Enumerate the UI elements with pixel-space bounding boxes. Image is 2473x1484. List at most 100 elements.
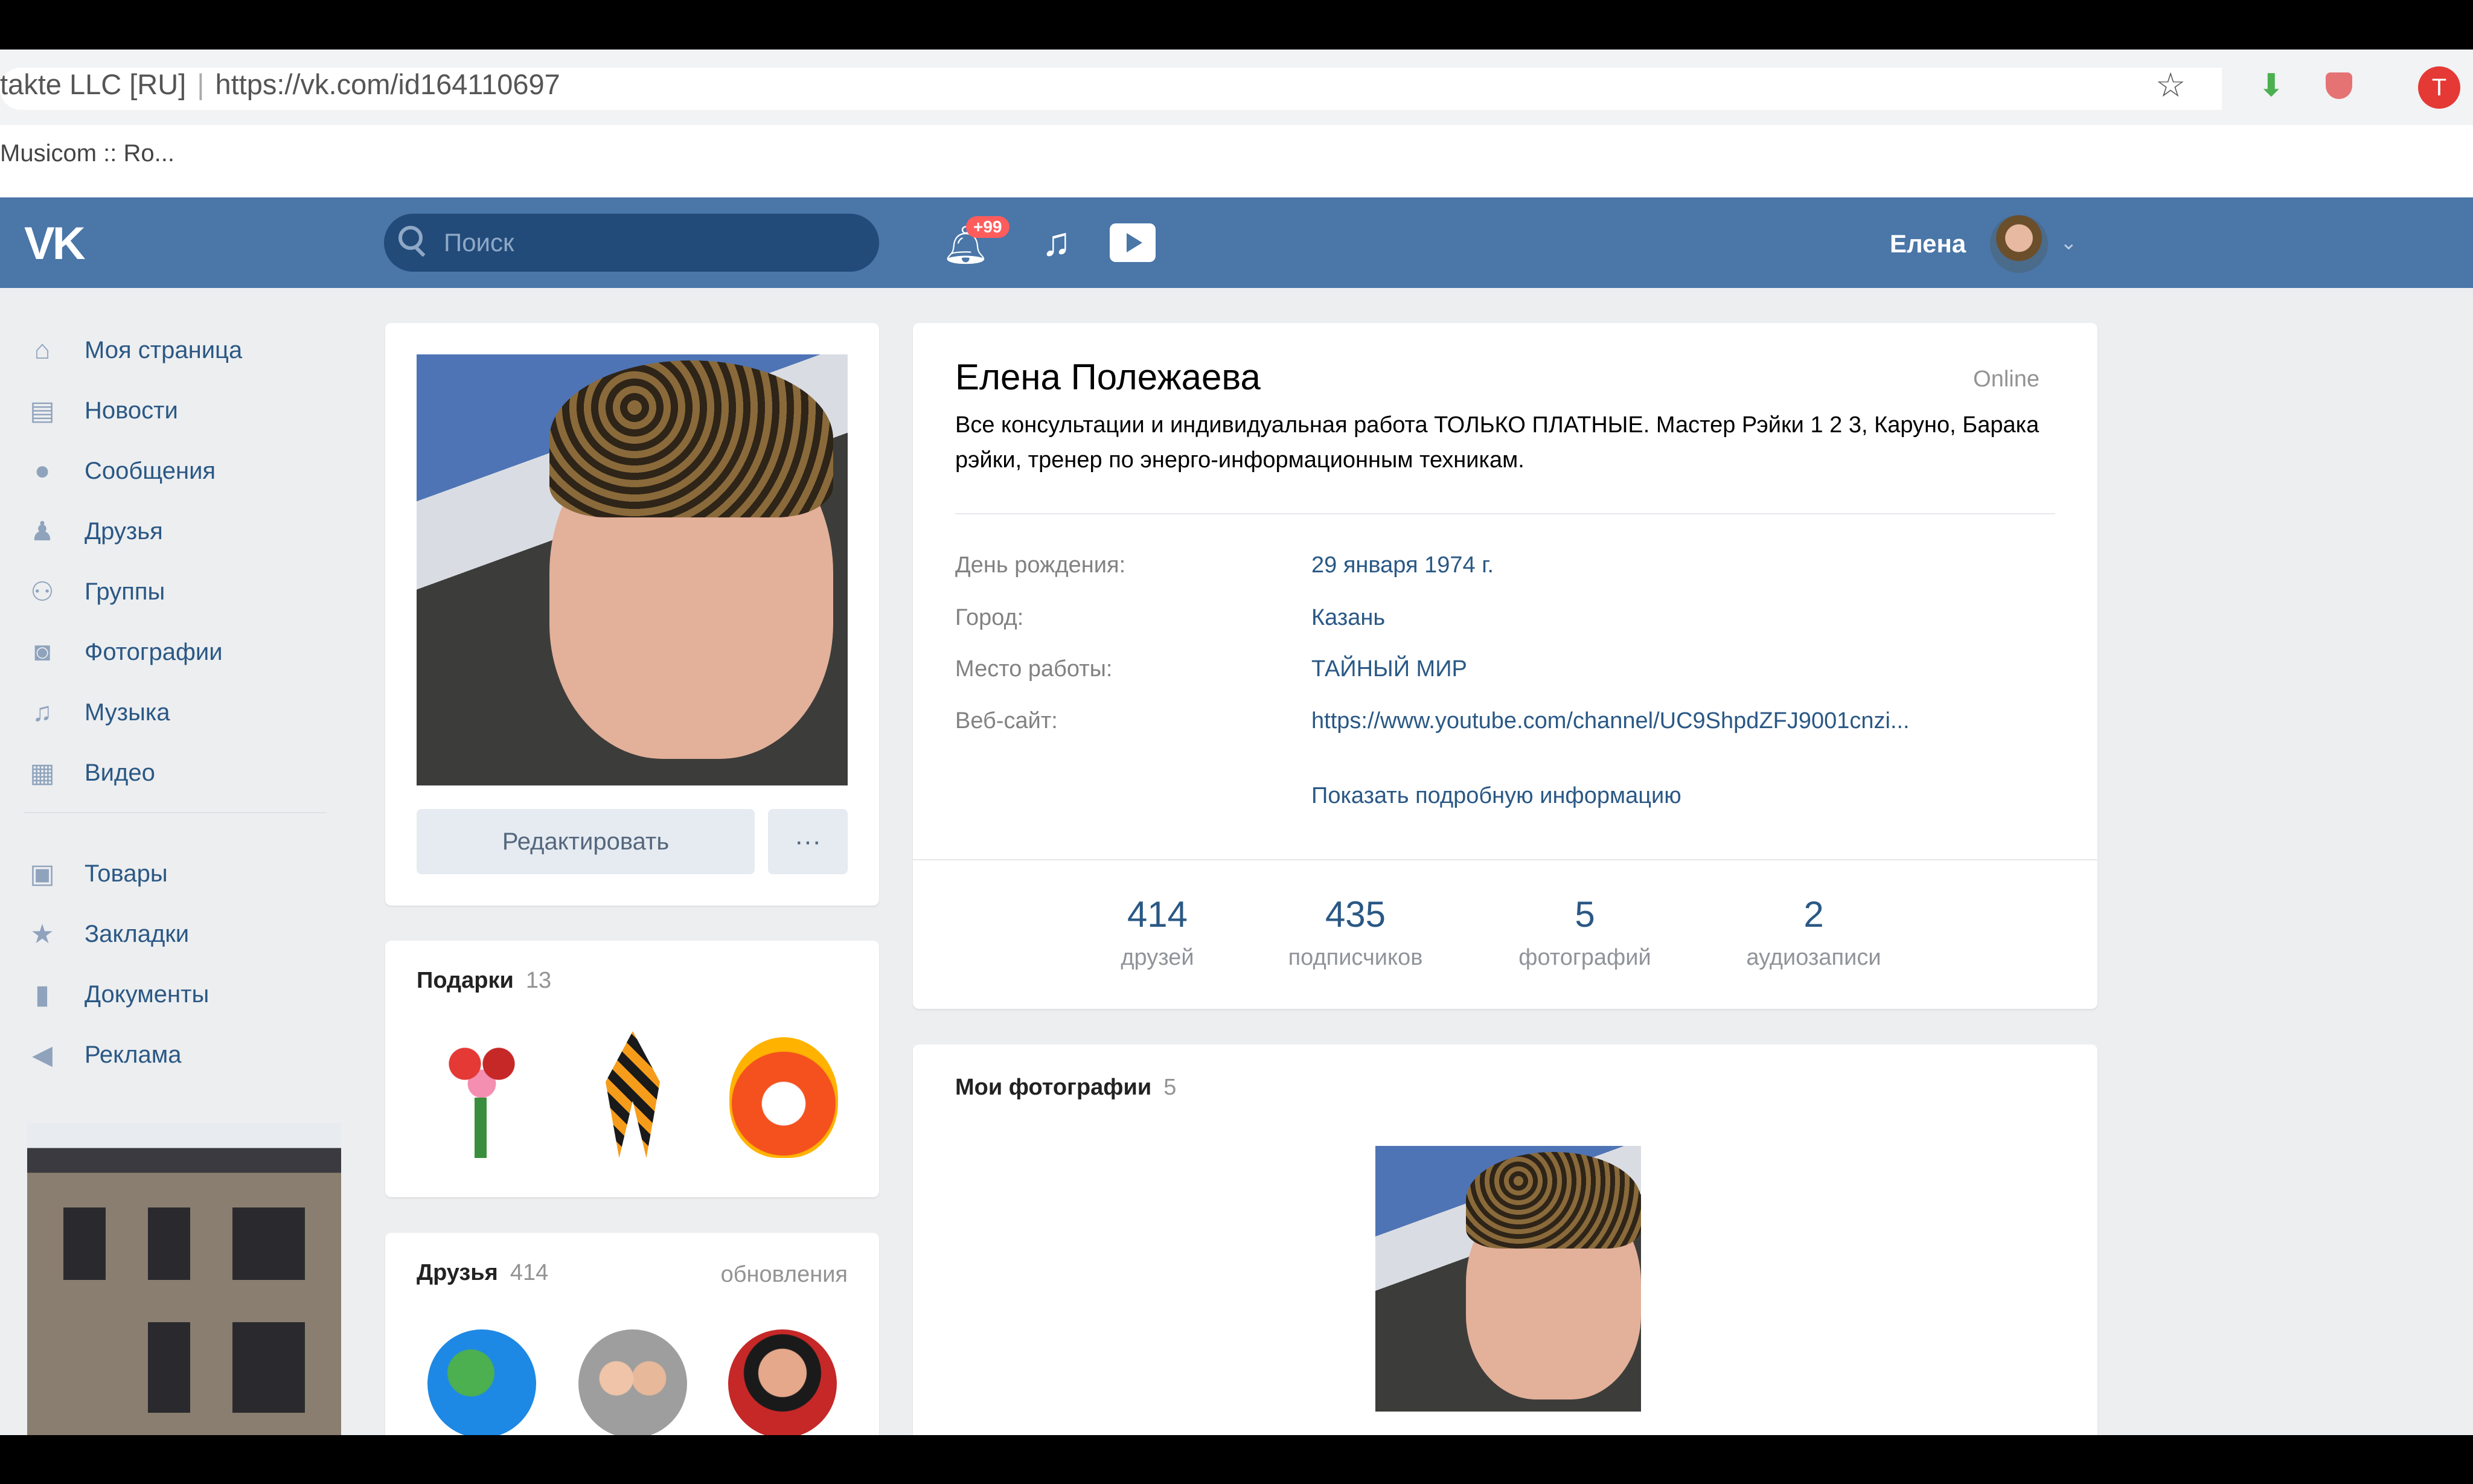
friends-count: 414 — [510, 1260, 549, 1285]
online-status: Online — [1973, 366, 2040, 392]
friends-counter-value[interactable]: 414 — [1055, 894, 1260, 935]
search-placeholder: Поиск — [444, 228, 514, 257]
header-avatar[interactable] — [1990, 215, 2048, 273]
audio-counter-value[interactable]: 2 — [1711, 894, 1916, 935]
show-details-link[interactable]: Показать подробную информацию — [1311, 783, 1681, 809]
messages-icon: ● — [34, 456, 51, 485]
city-value[interactable]: Казань — [1311, 605, 1385, 631]
profile-name: Елена Полежаева — [955, 357, 1261, 397]
bag-icon: ▣ — [30, 859, 55, 889]
bookmarks-bar — [0, 125, 2473, 197]
sidebar-divider — [24, 812, 326, 813]
friends-updates-link[interactable]: обновления — [721, 1262, 848, 1288]
sidebar-item-label: Видео — [85, 759, 155, 786]
url-text[interactable]: takte LLC [RU] | https://vk.com/id16411069… — [0, 68, 560, 101]
edit-profile-button[interactable]: Редактировать — [417, 809, 755, 874]
photo-thumbnail[interactable] — [1375, 1146, 1641, 1412]
photos-header[interactable]: Мои фотографии 5 — [955, 1075, 1176, 1101]
home-icon: ⌂ — [34, 335, 51, 365]
rose-flowers — [440, 1037, 524, 1104]
sidebar-item-label: Товары — [85, 860, 168, 887]
photos-count: 5 — [1163, 1075, 1177, 1100]
my-photos-card: Мои фотографии 5 — [913, 1044, 2097, 1435]
window-top-bar — [0, 0, 2473, 50]
friends-icon: ♟ — [30, 516, 54, 546]
sidebar-item-bookmarks[interactable]: ★ Закладки — [24, 913, 189, 955]
gifts-card: Подарки 13 — [385, 941, 879, 1197]
more-actions-button[interactable]: ··· — [768, 809, 848, 874]
sidebar-item-ads[interactable]: ◀ Реклама — [24, 1034, 181, 1076]
profile-photo[interactable] — [417, 354, 848, 785]
house-window — [148, 1207, 190, 1280]
megaphone-icon: ◀ — [32, 1040, 53, 1070]
ribbon-shape — [606, 1031, 660, 1158]
photos-counter-label: фотографий — [1518, 945, 1651, 970]
friend-avatar[interactable] — [427, 1329, 536, 1438]
sidebar-item-label: Музыка — [85, 699, 170, 726]
bookmark-star-icon[interactable]: ☆ — [2155, 65, 2186, 105]
website-label: Веб-сайт: — [955, 708, 1058, 734]
url-value: https://vk.com/id164110697 — [215, 68, 560, 100]
leopard-hat — [1466, 1152, 1641, 1249]
window-bottom-bar — [0, 1435, 2473, 1484]
sidebar-item-messages[interactable]: ● Сообщения — [24, 450, 216, 492]
sidebar-item-groups[interactable]: ⚇ Группы — [24, 571, 165, 613]
browser-profile-avatar[interactable]: T — [2418, 66, 2460, 109]
sidebar-item-label: Группы — [85, 578, 165, 605]
sidebar-item-label: Фотографии — [85, 638, 223, 665]
music-icon[interactable]: ♫ — [1041, 219, 1072, 264]
sidebar-item-photos[interactable]: ◙ Фотографии — [24, 631, 223, 673]
gifts-title: Подарки — [417, 968, 514, 993]
house-window — [232, 1207, 305, 1280]
sidebar-item-label: Закладки — [85, 920, 190, 947]
sidebar-item-documents[interactable]: ▮ Документы — [24, 973, 209, 1015]
work-value[interactable]: ТАЙНЫЙ МИР — [1311, 656, 1467, 682]
shield-extension-icon[interactable] — [2326, 72, 2352, 99]
leopard-hat — [549, 360, 833, 517]
sidebar-item-news[interactable]: ▤ Новости — [24, 389, 178, 432]
download-extension-icon[interactable]: ⬇ — [2258, 68, 2285, 104]
rose-stems — [475, 1098, 487, 1158]
house-window — [63, 1207, 106, 1280]
sidebar-item-label: Моя страница — [85, 336, 243, 363]
sidebar-item-label: Документы — [85, 980, 210, 1008]
counters-divider — [913, 859, 2097, 860]
friend-avatar[interactable] — [728, 1329, 837, 1438]
birthday-label: День рождения: — [955, 552, 1126, 578]
profile-photo-card: Редактировать ··· — [385, 323, 879, 906]
followers-counter-value[interactable]: 435 — [1253, 894, 1458, 935]
website-value[interactable]: https://www.youtube.com/channel/UC9ShpdZ… — [1311, 708, 1910, 734]
sidebar-item-my-page[interactable]: ⌂ Моя страница — [24, 329, 243, 371]
friends-card: Друзья 414 обновления — [385, 1233, 879, 1438]
gift-roses[interactable] — [427, 1031, 536, 1164]
work-label: Место работы: — [955, 656, 1113, 682]
gift-victory-day-badge[interactable] — [723, 1031, 844, 1164]
sidebar-item-goods[interactable]: ▣ Товары — [24, 852, 168, 895]
info-divider — [955, 513, 2055, 514]
document-icon: ▮ — [34, 979, 50, 1009]
birthday-value[interactable]: 29 января 1974 г. — [1311, 552, 1494, 578]
video-player-icon[interactable] — [1110, 223, 1156, 262]
music-icon: ♫ — [32, 697, 53, 727]
bookmark-item[interactable]: Musicom :: Ro... — [0, 140, 174, 167]
vk-logo[interactable]: VK — [24, 217, 86, 270]
sidebar-item-friends[interactable]: ♟ Друзья — [24, 510, 162, 552]
city-label: Город: — [955, 605, 1024, 630]
play-icon — [1127, 233, 1142, 252]
header-user-name[interactable]: Елена — [1890, 229, 1966, 258]
friend-avatar[interactable] — [578, 1329, 687, 1438]
groups-icon: ⚇ — [30, 577, 54, 607]
friends-header[interactable]: Друзья 414 — [417, 1260, 548, 1286]
chevron-down-icon[interactable]: ⌄ — [2060, 231, 2078, 255]
friends-counter-label: друзей — [1121, 945, 1194, 970]
sidebar-item-video[interactable]: ▦ Видео — [24, 752, 155, 794]
house-window — [148, 1322, 190, 1413]
followers-counter-label: подписчиков — [1288, 945, 1423, 970]
gifts-header[interactable]: Подарки 13 — [417, 968, 551, 994]
photos-counter-value[interactable]: 5 — [1482, 894, 1688, 935]
sidebar-item-music[interactable]: ♫ Музыка — [24, 691, 170, 734]
status-text[interactable]: Все консультации и индивидуальная работа… — [955, 408, 2042, 478]
vk-header — [0, 197, 2473, 288]
gift-st-george-ribbon[interactable] — [578, 1031, 687, 1164]
ad-banner-image[interactable] — [27, 1123, 341, 1435]
